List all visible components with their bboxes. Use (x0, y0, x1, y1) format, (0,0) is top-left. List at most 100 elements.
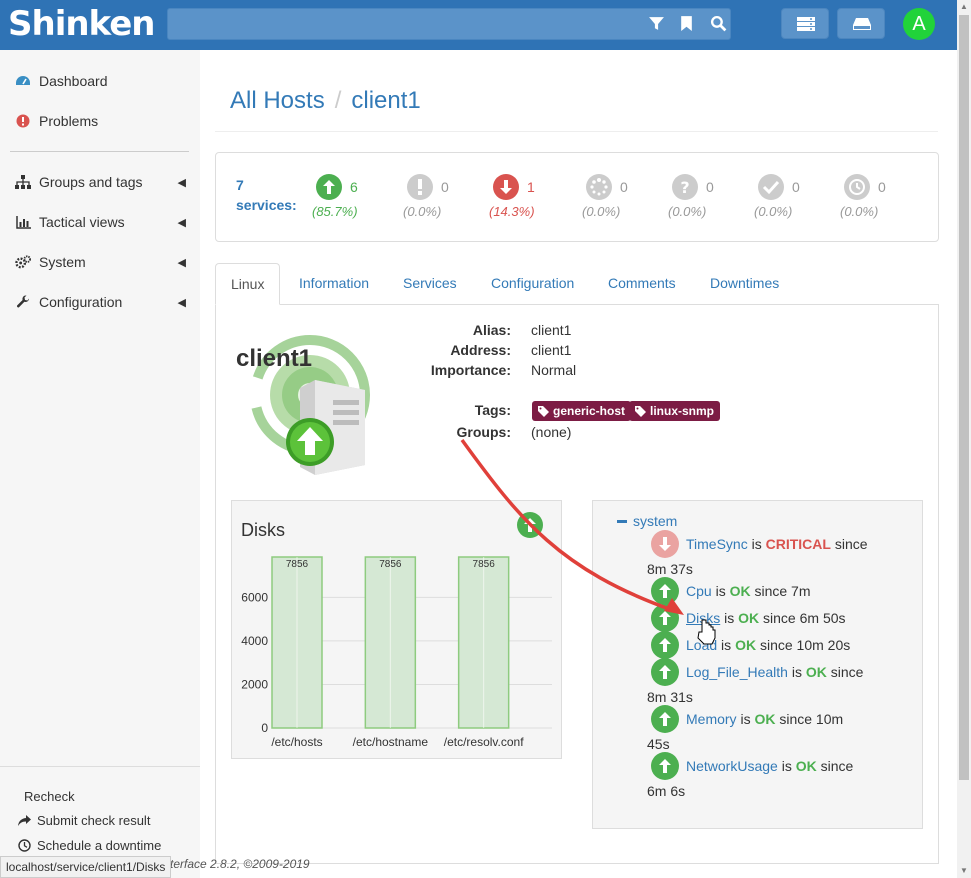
service-state: OK (795, 758, 817, 774)
tree-root-system[interactable]: system (617, 513, 677, 529)
service-state: OK (805, 664, 827, 680)
critical-state-icon[interactable] (651, 530, 679, 558)
service-link[interactable]: Load (686, 637, 717, 653)
services-summary-panel: 7 services: 6 (85.7%) 0 (0.0%) 1 (14.3%) 0 (0.0… (215, 152, 939, 242)
service-link[interactable]: Cpu (686, 583, 712, 599)
service-link[interactable]: NetworkUsage (686, 758, 778, 774)
tag-generic-host[interactable]: generic-host (532, 401, 632, 421)
stat-percent: (85.7%) (312, 204, 358, 219)
ack-state-icon (758, 174, 784, 200)
disks-panel: Disks 0 2000 4000 6000 7856/etc/hosts 7856/et… (231, 500, 562, 759)
chevron-left-icon: ◀ (177, 216, 186, 229)
service-since: since (779, 711, 813, 727)
disks-status-up-icon[interactable] (517, 512, 543, 538)
downtime-state-icon (844, 174, 870, 200)
stat-percent: (0.0%) (668, 204, 707, 219)
service-since: since (834, 536, 868, 552)
ok-state-icon[interactable] (651, 631, 679, 659)
breadcrumb-all-hosts[interactable]: All Hosts (230, 87, 325, 114)
address-label: Address: (450, 342, 511, 358)
ok-state-icon[interactable] (651, 752, 679, 780)
scroll-down-arrow-icon[interactable]: ▼ (960, 866, 968, 875)
divider (215, 131, 938, 132)
service-since: since (759, 637, 793, 653)
sidebar-item-dashboard[interactable]: Dashboard (15, 70, 190, 92)
service-item-cpu: Cpu is OK since 7m (686, 583, 811, 599)
services-count[interactable]: 7 services: (236, 175, 297, 215)
breadcrumb-separator: / (334, 87, 342, 114)
pending-state-icon (586, 174, 612, 200)
importance-value: Normal (531, 362, 577, 378)
filter-icon[interactable] (648, 15, 665, 37)
y-tick-label: 0 (261, 721, 268, 735)
sidebar-item-label: Problems (39, 113, 99, 129)
service-state: CRITICAL (765, 536, 831, 552)
chevron-left-icon: ◀ (177, 256, 186, 269)
stat-count: 1 (527, 179, 535, 195)
ok-state-icon[interactable] (651, 658, 679, 686)
stat-percent: (14.3%) (489, 204, 535, 219)
server-stack-icon (797, 17, 815, 31)
server-stack-button[interactable] (781, 8, 829, 39)
sidebar-item-system[interactable]: System ◀ (15, 251, 190, 273)
service-item-memory: Memory is OK since 10m (686, 711, 843, 727)
submit-check-result-button[interactable]: Submit check result (18, 813, 150, 828)
sidebar-item-label: Tactical views (39, 214, 125, 230)
host-name: client1 (236, 345, 313, 372)
service-state: OK (738, 610, 760, 626)
service-is: is (740, 711, 751, 727)
service-duration-continued: 45s (647, 736, 670, 752)
status-bar-url: localhost/service/client1/Disks (0, 856, 172, 878)
breadcrumb-current[interactable]: client1 (351, 87, 420, 114)
tab-services[interactable]: Services (388, 263, 472, 305)
sidebar-item-groups-and-tags[interactable]: Groups and tags ◀ (15, 171, 190, 193)
stat-percent: (0.0%) (582, 204, 621, 219)
recheck-button[interactable]: Recheck (24, 789, 75, 804)
scrollbar-thumb[interactable] (959, 15, 969, 780)
hdd-icon (853, 18, 871, 30)
tag-linux-snmp[interactable]: linux-snmp (629, 401, 721, 421)
service-link[interactable]: TimeSync (686, 536, 748, 552)
collapse-icon[interactable] (617, 519, 627, 523)
tag-icon (635, 405, 646, 417)
importance-label: Importance: (430, 362, 511, 378)
tab-information[interactable]: Information (284, 263, 384, 305)
service-link[interactable]: Disks (686, 610, 720, 626)
sidebar-item-problems[interactable]: Problems (15, 110, 190, 132)
scroll-up-arrow-icon[interactable]: ▲ (960, 2, 968, 11)
x-tick-label: /etc/hostname (353, 735, 429, 749)
data-label: 7856 (286, 559, 309, 570)
sidebar: Dashboard Problems Groups and tags ◀ Tac… (0, 50, 200, 878)
bookmark-icon[interactable] (680, 15, 693, 37)
tab-comments[interactable]: Comments (593, 263, 691, 305)
shinken-logo[interactable]: Shinken (8, 4, 156, 44)
service-link[interactable]: Log_File_Health (686, 664, 788, 680)
tab-linux[interactable]: Linux (215, 263, 281, 305)
hdd-button[interactable] (837, 8, 885, 39)
sidebar-item-label: Dashboard (39, 73, 108, 89)
search-icon[interactable] (710, 15, 727, 37)
service-item-networkusage: NetworkUsage is OK since (686, 758, 853, 774)
x-tick-label: /etc/resolv.conf (444, 735, 524, 749)
service-is: is (781, 758, 792, 774)
avatar[interactable]: A (903, 8, 935, 40)
ok-state-icon[interactable] (651, 705, 679, 733)
service-link[interactable]: Memory (686, 711, 737, 727)
tab-configuration[interactable]: Configuration (476, 263, 589, 305)
service-duration: 7m (787, 583, 811, 599)
sidebar-item-tactical-views[interactable]: Tactical views ◀ (15, 211, 190, 233)
schedule-downtime-button[interactable]: Schedule a downtime (18, 838, 161, 853)
x-tick-label: /etc/hosts (271, 735, 322, 749)
cogs-icon (15, 255, 31, 269)
tab-downtimes[interactable]: Downtimes (695, 263, 794, 305)
ok-state-icon[interactable] (651, 577, 679, 605)
tag-label: linux-snmp (650, 404, 715, 418)
sidebar-item-configuration[interactable]: Configuration ◀ (15, 291, 190, 313)
ok-state-icon[interactable] (651, 604, 679, 632)
sitemap-icon (15, 175, 31, 189)
service-since: since (820, 758, 854, 774)
stat-percent: (0.0%) (840, 204, 879, 219)
vertical-scrollbar[interactable]: ▲ ▼ (957, 0, 971, 878)
search-input[interactable] (167, 8, 731, 40)
groups-label: Groups: (456, 424, 511, 440)
